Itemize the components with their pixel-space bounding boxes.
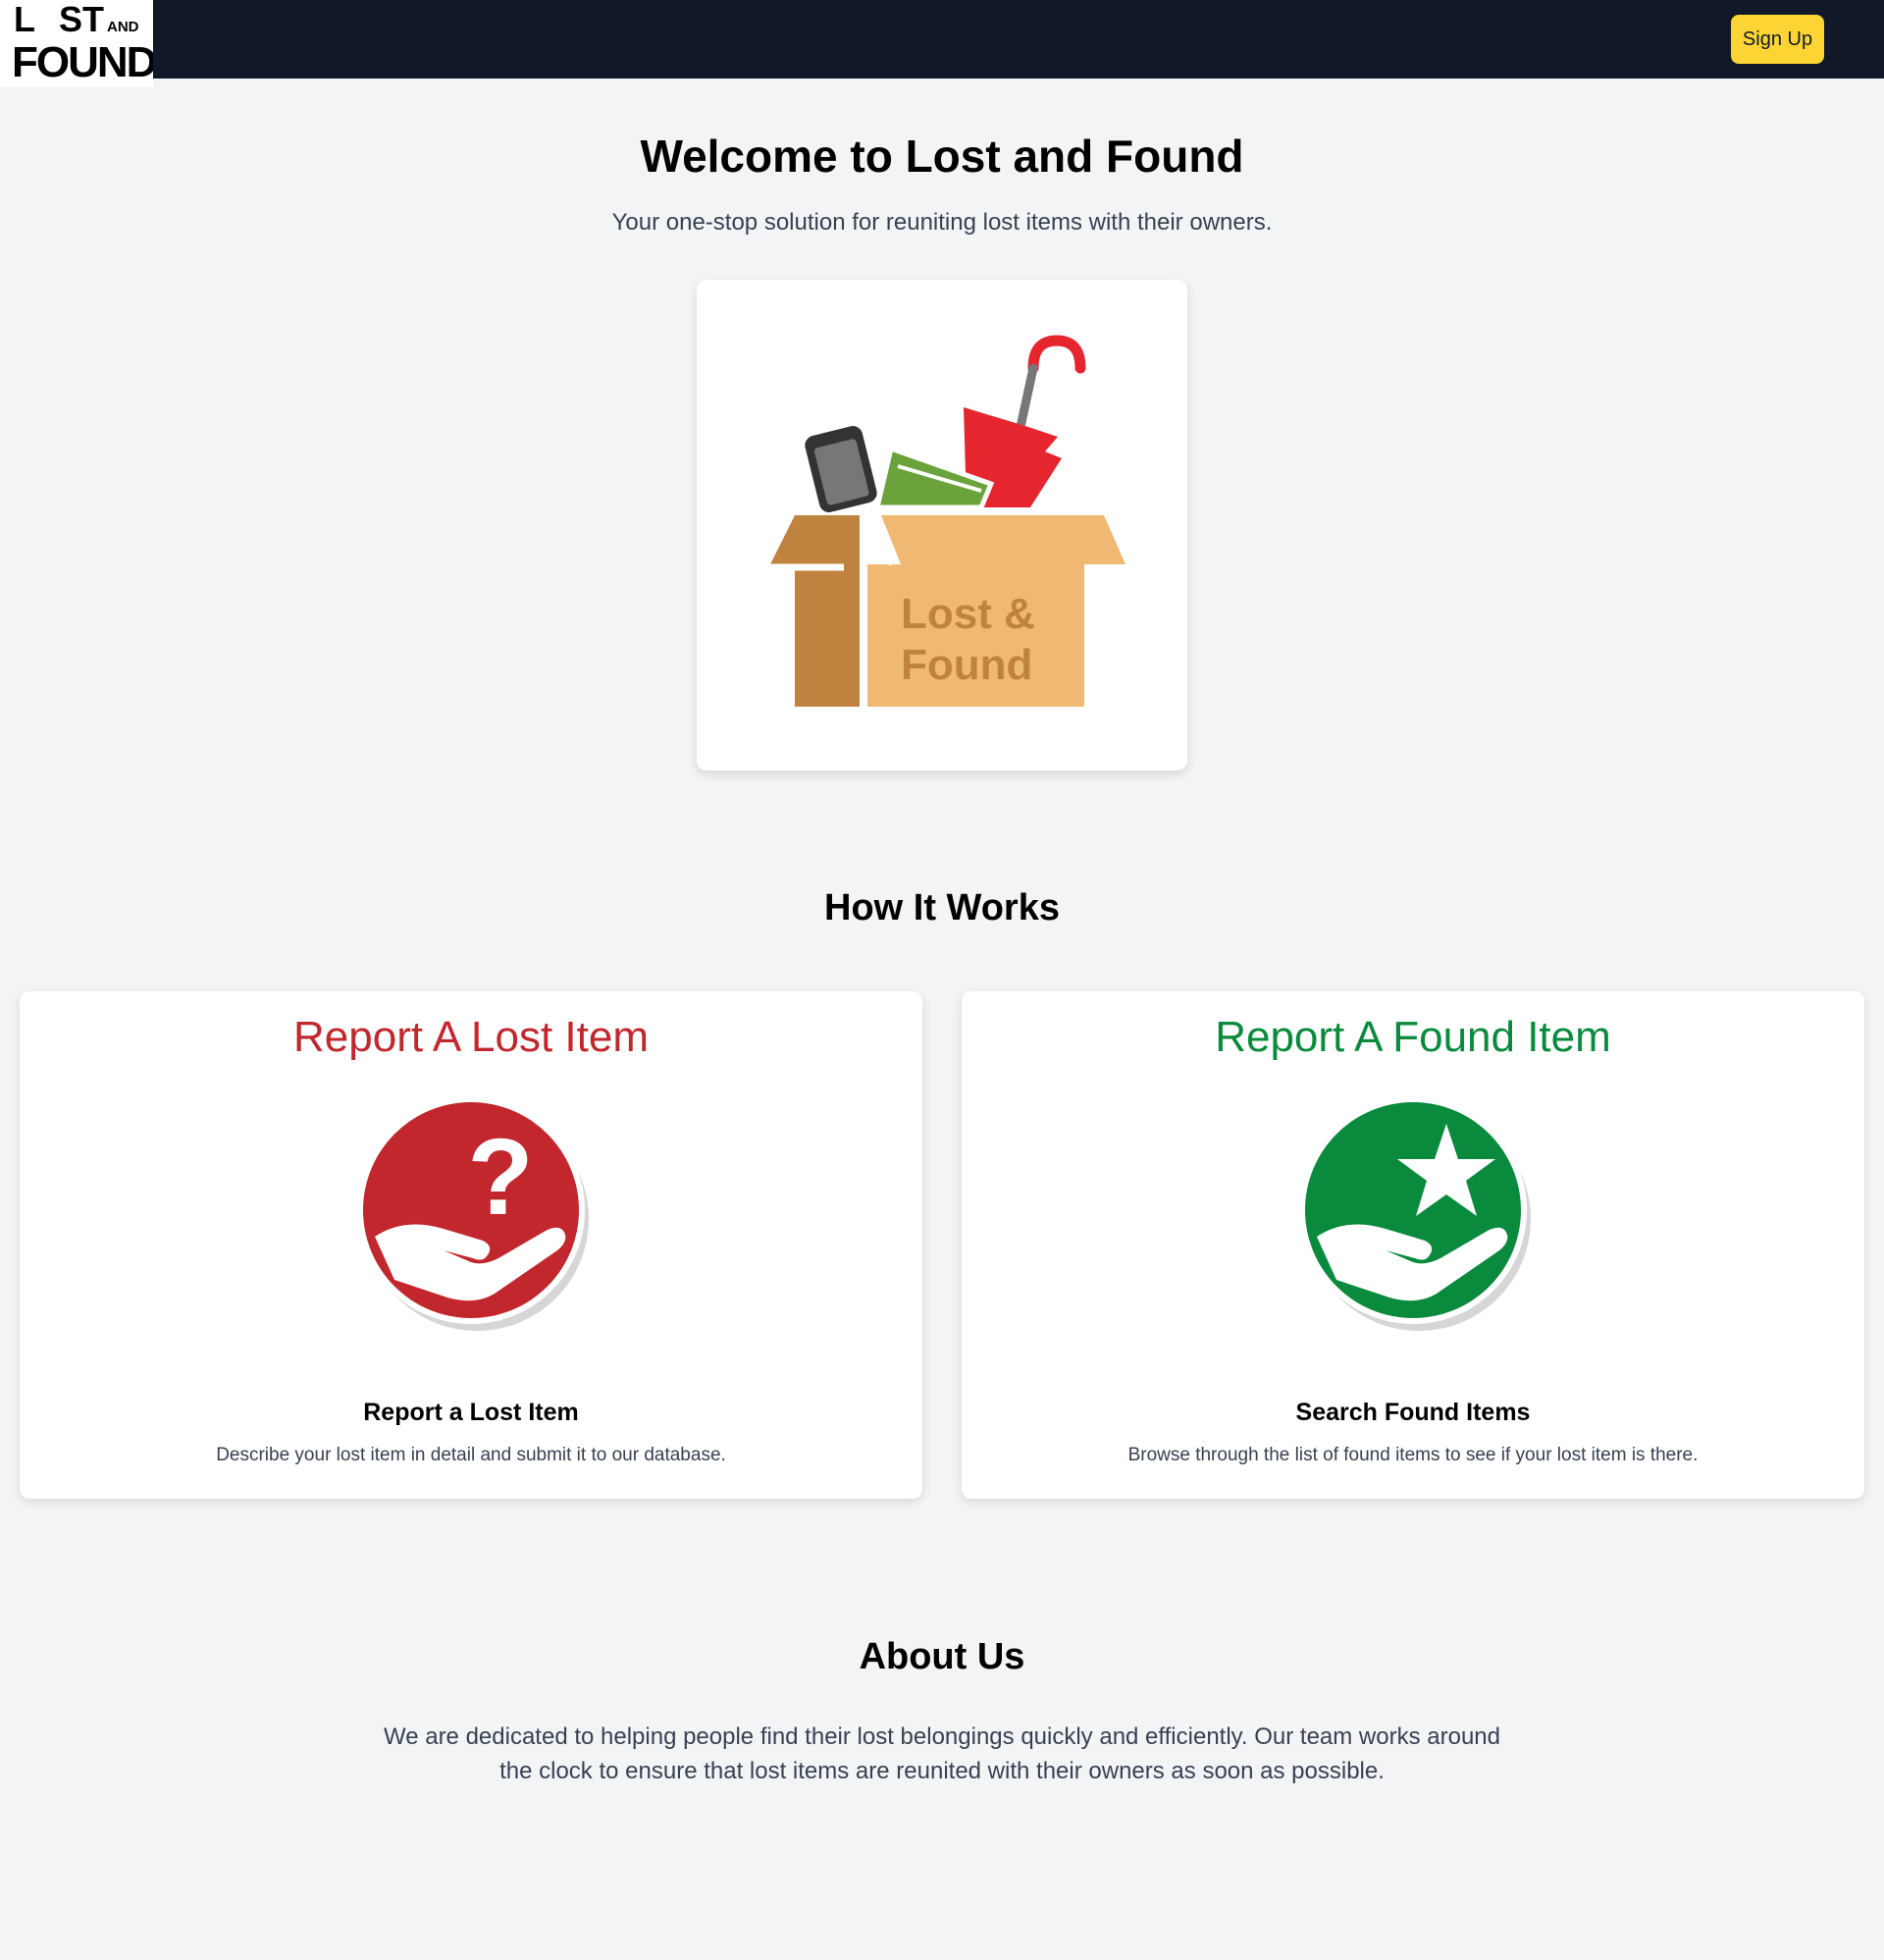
about-us-text: We are dedicated to helping people find … <box>383 1723 1500 1784</box>
top-navbar: L ST AND FOUND Sign Up <box>0 0 1884 87</box>
about-us-title: About Us <box>859 1636 1025 1677</box>
page-subtitle: Your one-stop solution for reuniting los… <box>611 209 1273 236</box>
lost-and-found-box-icon: Lost & Found <box>770 335 1125 707</box>
box-label-line2: Found <box>901 641 1032 689</box>
report-lost-description: Describe your lost item in detail and su… <box>216 1445 726 1465</box>
report-lost-heading: Report a Lost Item <box>363 1399 579 1426</box>
search-found-items-card[interactable]: Report A Found Item Search Found Items B… <box>962 991 1864 1499</box>
site-logo[interactable]: L ST AND FOUND <box>0 0 153 87</box>
how-it-works-title: How It Works <box>824 887 1060 928</box>
page-title: Welcome to Lost and Found <box>640 131 1244 182</box>
star-hand-icon <box>1299 1096 1531 1331</box>
svg-text:AND: AND <box>107 19 139 35</box>
question-hand-icon: ? <box>357 1096 589 1331</box>
logo-icon: L ST AND FOUND <box>0 0 153 87</box>
svg-text:FOUND: FOUND <box>12 38 153 86</box>
report-lost-item-card[interactable]: Report A Lost Item ? Report a Lost Item … <box>20 991 922 1499</box>
search-found-description: Browse through the list of found items t… <box>1127 1445 1699 1465</box>
hero-image-card: Lost & Found <box>697 280 1187 770</box>
report-lost-graphic-title: Report A Lost Item <box>293 1013 649 1061</box>
svg-text:?: ? <box>467 1117 533 1238</box>
search-found-heading: Search Found Items <box>1295 1399 1531 1426</box>
box-label-line1: Lost & <box>901 590 1035 638</box>
sign-up-button[interactable]: Sign Up <box>1731 15 1824 64</box>
report-found-graphic-title: Report A Found Item <box>1215 1013 1611 1061</box>
svg-text:ST: ST <box>59 0 104 39</box>
svg-text:L: L <box>14 0 35 39</box>
